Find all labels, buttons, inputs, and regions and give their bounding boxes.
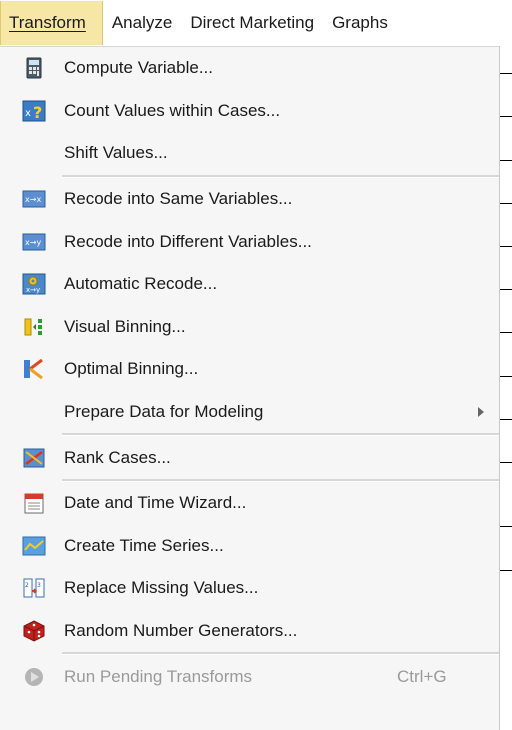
menu-item-label: Date and Time Wizard... xyxy=(64,493,247,513)
menu-graphs[interactable]: Graphs xyxy=(323,0,397,46)
edge-tick xyxy=(500,73,512,74)
optimal-binning-icon xyxy=(22,357,46,381)
submenu-arrow-icon xyxy=(478,407,484,418)
dice-icon xyxy=(22,619,46,643)
menu-item-label: Prepare Data for Modeling xyxy=(64,402,264,422)
calendar-icon xyxy=(22,491,46,515)
menu-item-label: Automatic Recode... xyxy=(64,274,218,294)
svg-text:?: ? xyxy=(33,103,42,122)
menu-item-automatic-recode[interactable]: x→y Automatic Recode... xyxy=(0,263,499,306)
menu-item-label: Rank Cases... xyxy=(64,447,171,467)
menu-item-recode-same[interactable]: x→x Recode into Same Variables... xyxy=(0,178,499,221)
menu-direct-marketing[interactable]: Direct Marketing xyxy=(181,0,323,46)
menu-item-date-time-wizard[interactable]: Date and Time Wizard... xyxy=(0,482,499,525)
recode-different-icon: x→y xyxy=(22,230,46,254)
replace-missing-icon: 2 3 xyxy=(22,576,46,600)
menu-item-replace-missing[interactable]: 2 3 Replace Missing Values... xyxy=(0,567,499,610)
menu-item-create-time-series[interactable]: Create Time Series... xyxy=(0,525,499,568)
menu-graphs-label: Graphs xyxy=(332,13,388,32)
menu-direct-marketing-label: Direct Marketing xyxy=(190,13,315,32)
edge-tick xyxy=(500,526,512,527)
svg-text:x→y: x→y xyxy=(25,238,41,247)
menu-item-random-number-generators[interactable]: Random Number Generators... xyxy=(0,610,499,653)
svg-text:3: 3 xyxy=(37,582,41,589)
menu-item-recode-different[interactable]: x→y Recode into Different Variables... xyxy=(0,220,499,263)
menu-analyze-label: Analyze xyxy=(111,13,173,32)
menu-item-label: Compute Variable... xyxy=(64,58,213,78)
edge-tick xyxy=(500,419,512,420)
menu-bar: Transform Analyze Direct Marketing Graph… xyxy=(0,0,512,46)
count-x-question-icon: x ? xyxy=(22,99,46,123)
menu-item-label: Create Time Series... xyxy=(64,535,224,555)
menu-item-label: Run Pending Transforms xyxy=(64,666,253,686)
menu-item-compute-variable[interactable]: Compute Variable... xyxy=(0,47,499,90)
run-pending-icon xyxy=(22,665,46,689)
menu-item-label: Recode into Different Variables... xyxy=(64,231,312,251)
edge-tick xyxy=(500,462,512,463)
edge-tick xyxy=(500,332,512,333)
svg-text:x→y: x→y xyxy=(26,286,40,294)
menu-item-label: Optimal Binning... xyxy=(64,359,199,379)
menu-item-visual-binning[interactable]: Visual Binning... xyxy=(0,306,499,349)
menu-item-prepare-data[interactable]: Prepare Data for Modeling xyxy=(0,391,499,434)
svg-text:x: x xyxy=(25,108,31,119)
menu-item-label: Count Values within Cases... xyxy=(64,100,281,120)
menu-item-label: Visual Binning... xyxy=(64,316,186,336)
menu-analyze[interactable]: Analyze xyxy=(103,0,181,46)
menu-transform[interactable]: Transform xyxy=(0,1,103,45)
menu-item-label: Random Number Generators... xyxy=(64,621,298,641)
menu-item-optimal-binning[interactable]: Optimal Binning... xyxy=(0,348,499,391)
menu-item-shift-values[interactable]: Shift Values... xyxy=(0,132,499,175)
menu-item-rank-cases[interactable]: Rank Cases... xyxy=(0,436,499,479)
svg-text:x→x: x→x xyxy=(25,195,41,204)
menu-item-label: Shift Values... xyxy=(64,143,168,163)
menu-item-count-values[interactable]: x ? Count Values within Cases... xyxy=(0,90,499,133)
menu-item-label: Recode into Same Variables... xyxy=(64,189,293,209)
shortcut-label: Ctrl+G xyxy=(397,666,447,686)
svg-text:2: 2 xyxy=(25,582,29,589)
edge-tick xyxy=(500,376,512,377)
edge-tick xyxy=(500,289,512,290)
menu-item-run-pending-transforms: Run Pending Transforms Ctrl+G xyxy=(0,655,499,698)
transform-dropdown-menu: Compute Variable... x ? Count Values wit… xyxy=(0,46,500,730)
rank-cases-icon xyxy=(22,446,46,470)
edge-tick xyxy=(500,246,512,247)
edge-tick xyxy=(500,116,512,117)
recode-same-icon: x→x xyxy=(22,187,46,211)
background-window-edge xyxy=(500,46,512,730)
automatic-recode-icon: x→y xyxy=(22,272,46,296)
menu-transform-label: Transform xyxy=(9,13,86,32)
time-series-icon xyxy=(22,534,46,558)
calculator-icon xyxy=(22,56,46,80)
visual-binning-icon xyxy=(22,315,46,339)
edge-tick xyxy=(500,203,512,204)
edge-tick xyxy=(500,570,512,571)
edge-tick xyxy=(500,160,512,161)
menu-item-label: Replace Missing Values... xyxy=(64,578,259,598)
